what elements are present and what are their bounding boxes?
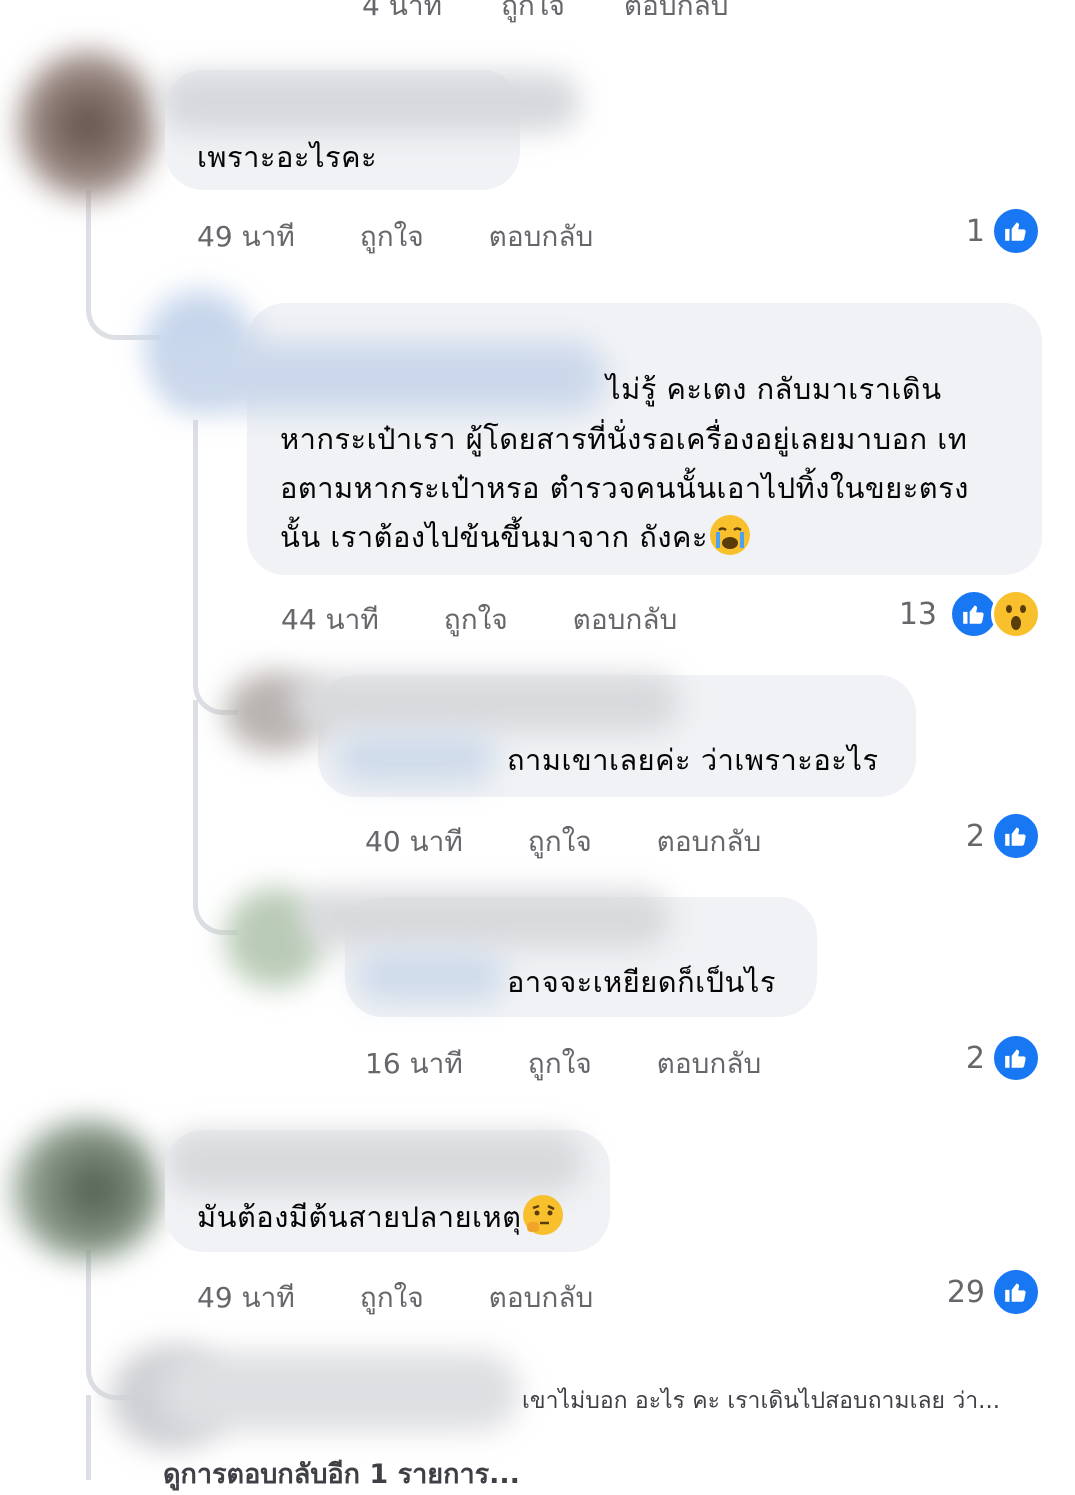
reaction-count: 13 (898, 596, 937, 632)
author-name-secondary[interactable] (335, 732, 495, 784)
avatar[interactable] (12, 1120, 162, 1260)
comment-text-segment: นั้น เราต้องไปข้นขึ้นมาจาก ถังคะ (280, 520, 708, 554)
thread-line (193, 700, 238, 935)
thread-line (193, 420, 238, 715)
like-button[interactable]: ถูกใจ (360, 220, 424, 253)
reaction-summary[interactable]: 2 (966, 811, 1041, 861)
author-name[interactable] (290, 674, 680, 732)
like-button[interactable]: ถูกใจ (360, 1281, 424, 1314)
comment-meta: 44 นาที ถูกใจ ตอบกลับ (281, 598, 677, 642)
comment-text: อาจจะเหยียดก็เป็นไร (507, 965, 776, 999)
comment-time: 49 นาที (197, 1281, 295, 1314)
author-name[interactable] (160, 72, 580, 132)
comment-text: ถามเขาเลยค่ะ ว่าเพราะอะไร (507, 743, 879, 777)
reply-button[interactable]: ตอบกลับ (573, 603, 678, 636)
comment-text-line: อตามหากระเป๋าหรอ ตำรวจคนนั้นเอาไปทิ้งในข… (280, 471, 969, 505)
reply-button[interactable]: ตอบกลับ (657, 1047, 762, 1080)
like-reaction-icon (991, 206, 1041, 256)
comment-text: มันต้องมีต้นสายปลายเหตุ (197, 1192, 564, 1242)
comment-text-segment: มันต้องมีต้นสายปลายเหตุ (197, 1200, 522, 1234)
comment-meta: 16 นาที ถูกใจ ตอบกลับ (365, 1042, 761, 1086)
author-name[interactable] (160, 1352, 520, 1432)
like-reaction-icon (991, 1033, 1041, 1083)
comment-text-line: ไม่รู้ คะเตง กลับมาเราเดิน (606, 372, 942, 406)
like-reaction-icon (991, 1267, 1041, 1317)
reaction-count: 2 (965, 1040, 985, 1076)
reaction-summary[interactable]: 13 (899, 589, 1041, 639)
comment-time: 49 นาที (197, 220, 295, 253)
reaction-summary[interactable]: 1 (966, 206, 1041, 256)
reply-preview-text[interactable]: เขาไม่บอก อะไร คะ เราเดินไปสอบถามเลย ว่า… (522, 1383, 1000, 1419)
comment-time: 16 นาที (365, 1047, 463, 1080)
reply-button[interactable]: ตอบกลับ (489, 1281, 594, 1314)
avatar[interactable] (18, 50, 158, 200)
reply-button[interactable]: ตอบกลับ (489, 220, 594, 253)
comment-meta: 49 นาที ถูกใจ ตอบกลับ (197, 1276, 593, 1320)
reply-button[interactable]: ตอบกลับ (624, 0, 729, 22)
reaction-count: 29 (946, 1274, 985, 1310)
comment-text-line: หากระเป๋าเรา ผู้โดยสารที่นั่งรอเครื่องอย… (280, 422, 968, 456)
thread-line (86, 1395, 91, 1480)
comment-time: 44 นาที (281, 603, 379, 636)
like-button[interactable]: ถูกใจ (528, 825, 592, 858)
reaction-summary[interactable]: 2 (966, 1033, 1041, 1083)
comment-time: 4 นาที (362, 0, 443, 22)
author-name[interactable] (165, 1132, 585, 1192)
like-reaction-icon (991, 811, 1041, 861)
like-button[interactable]: ถูกใจ (501, 0, 565, 22)
reply-button[interactable]: ตอบกลับ (657, 825, 762, 858)
comment-time: 40 นาที (365, 825, 463, 858)
thread-line (86, 190, 161, 340)
author-name-secondary[interactable] (355, 950, 505, 1002)
like-button[interactable]: ถูกใจ (444, 603, 508, 636)
wow-reaction-icon (991, 589, 1041, 639)
author-name[interactable] (300, 890, 670, 948)
comment-text: เพราะอะไรคะ (197, 140, 378, 174)
like-button[interactable]: ถูกใจ (528, 1047, 592, 1080)
comment-meta: 40 นาที ถูกใจ ตอบกลับ (365, 820, 761, 864)
view-more-replies-link[interactable]: ดูการตอบกลับอีก 1 รายการ... (163, 1452, 520, 1495)
comment-meta-top: 4 นาที ถูกใจ ตอบกลับ (362, 0, 729, 28)
reaction-count: 1 (965, 213, 985, 249)
crying-emoji-icon (710, 515, 750, 555)
author-name[interactable] (160, 342, 605, 412)
comment-meta: 49 นาที ถูกใจ ตอบกลับ (197, 215, 593, 259)
reaction-summary[interactable]: 29 (947, 1267, 1041, 1317)
thinking-emoji-icon (523, 1195, 564, 1235)
comment-text-line: นั้น เราต้องไปข้นขึ้นมาจาก ถังคะ (280, 512, 750, 562)
reaction-count: 2 (965, 818, 985, 854)
